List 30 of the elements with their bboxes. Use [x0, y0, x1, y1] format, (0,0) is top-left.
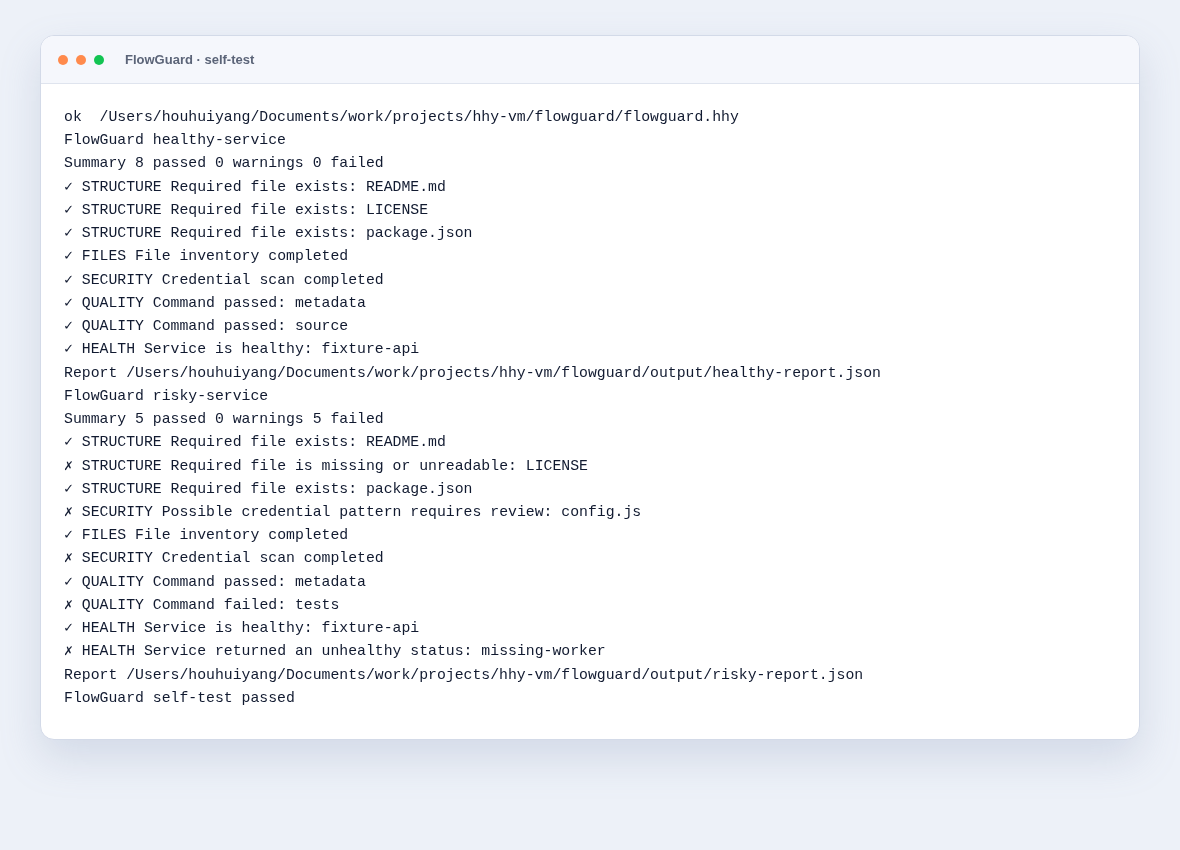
output-line: ✓ QUALITY Command passed: metadata [64, 572, 366, 592]
output-line: ✗ QUALITY Command failed: tests [64, 595, 340, 615]
output-line: ✓ FILES File inventory completed [64, 526, 349, 546]
close-button[interactable] [58, 54, 68, 65]
zoom-button[interactable] [94, 54, 104, 65]
output-line: ✗ STRUCTURE Required file is missing or unreadable: LICENSE [64, 456, 588, 476]
output-line: Summary 8 passed 0 warnings 0 failed [64, 154, 384, 174]
output-line: Summary 5 passed 0 warnings 5 failed [64, 410, 384, 430]
output-line: ✓ STRUCTURE Required file exists: LICENSE [64, 200, 429, 220]
output-line: ✓ FILES File inventory completed [64, 247, 349, 267]
output-line: ✓ QUALITY Command passed: metadata [64, 293, 366, 313]
output-line: ✓ STRUCTURE Required file exists: README.md [64, 433, 446, 453]
output-line: Report /Users/houhuiyang/Documents/work/projects/hhy-vm/flowguard/output/risky-report.json [64, 665, 864, 685]
output-line: ok /Users/houhuiyang/Documents/work/projects/hhy-vm/flowguard/flowguard.hhy [64, 108, 739, 127]
output-line: ✓ STRUCTURE Required file exists: package.json [64, 224, 473, 244]
output-line: FlowGuard healthy-service [64, 131, 286, 151]
output-line: FlowGuard risky-service [64, 386, 269, 406]
output-line: ✗ SECURITY Credential scan completed [64, 549, 384, 569]
minimize-button[interactable] [76, 54, 86, 65]
output-line: ✓ HEALTH Service is healthy: fixture-api [64, 619, 420, 639]
output-line: ✓ SECURITY Credential scan completed [64, 270, 384, 290]
output-line: ✓ QUALITY Command passed: source [64, 317, 349, 337]
window-title: FlowGuard · self-test [125, 52, 255, 67]
output-line: ✓ HEALTH Service is healthy: fixture-api [64, 340, 420, 360]
output-line: FlowGuard self-test passed [64, 688, 295, 708]
output-line: ✓ STRUCTURE Required file exists: README.md [64, 177, 446, 197]
output-line: ✗ HEALTH Service returned an unhealthy status: missing-worker [64, 642, 606, 662]
output-line: ✗ SECURITY Possible credential pattern requires review: config.js [64, 503, 642, 522]
output-line: Report /Users/houhuiyang/Documents/work/projects/hhy-vm/flowguard/output/healthy-report.json [64, 363, 881, 383]
output-line: ✓ STRUCTURE Required file exists: package.json [64, 479, 473, 499]
